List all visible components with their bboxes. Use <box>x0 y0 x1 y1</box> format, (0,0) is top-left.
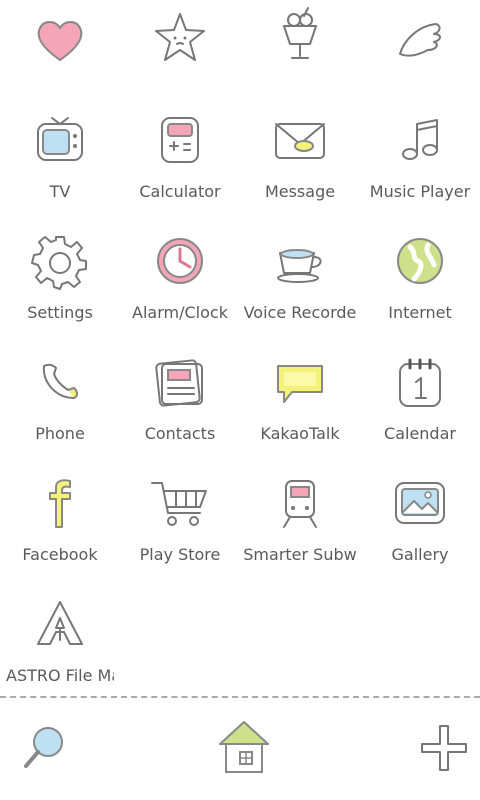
gear-icon <box>30 231 90 291</box>
wing-icon <box>390 10 450 70</box>
app-label: Gallery <box>391 545 449 564</box>
app-label: Play Store <box>139 545 221 564</box>
app-internet[interactable]: Internet <box>360 221 480 342</box>
app-label: Contacts <box>144 424 216 443</box>
app-label: Message <box>264 182 336 201</box>
app-label: Calendar <box>384 424 456 443</box>
home-button[interactable] <box>214 716 274 776</box>
globe-icon <box>390 231 450 291</box>
plus-icon <box>421 725 467 771</box>
picture-icon <box>390 473 450 533</box>
app-settings[interactable]: Settings <box>0 221 120 342</box>
app-label: Internet <box>388 303 452 322</box>
app-smarter-subway[interactable]: Smarter Subw <box>240 463 360 584</box>
app-phone[interactable]: Phone <box>0 342 120 463</box>
dock-divider <box>0 696 480 698</box>
app-label: Calculator <box>139 182 221 201</box>
app-message[interactable]: Message <box>240 100 360 221</box>
app-tv[interactable]: TV <box>0 100 120 221</box>
calendar-icon <box>390 352 450 412</box>
app-label: KakaoTalk <box>260 424 340 443</box>
astro-icon <box>30 594 90 654</box>
app-kakaotalk[interactable]: KakaoTalk <box>240 342 360 463</box>
app-label: Settings <box>27 303 93 322</box>
app-label: Phone <box>35 424 85 443</box>
app-label: Facebook <box>22 545 98 564</box>
envelope-icon <box>270 110 330 170</box>
app-facebook[interactable]: Facebook <box>0 463 120 584</box>
app-label: Alarm/Clock <box>132 303 228 322</box>
app-music-player[interactable]: Music Player <box>360 100 480 221</box>
calculator-icon <box>150 110 210 170</box>
app-gallery[interactable]: Gallery <box>360 463 480 584</box>
star-icon <box>150 8 210 68</box>
tv-icon <box>30 110 90 170</box>
app-label: Voice Recorde <box>243 303 357 322</box>
heart-icon <box>30 8 90 68</box>
phone-icon <box>30 352 90 412</box>
app-label: Music Player <box>369 182 471 201</box>
parfait-icon <box>270 4 330 64</box>
search-icon <box>24 727 63 768</box>
music-note-icon <box>390 110 450 170</box>
app-label: TV <box>49 182 71 201</box>
app-calendar[interactable]: Calendar <box>360 342 480 463</box>
app-label: ASTRO File Ma <box>6 666 114 685</box>
app-voice-recorder[interactable]: Voice Recorde <box>240 221 360 342</box>
shopping-cart-icon <box>150 473 210 533</box>
dock <box>0 700 480 800</box>
app-grid: TV Calculator Message Music Player Setti… <box>0 0 480 690</box>
app-astro-file-manager[interactable]: ASTRO File Ma <box>0 584 120 705</box>
subway-icon <box>270 473 330 533</box>
app-label: Smarter Subw <box>243 545 357 564</box>
clock-icon <box>150 231 210 291</box>
app-alarm-clock[interactable]: Alarm/Clock <box>120 221 240 342</box>
home-icon <box>219 721 269 773</box>
speech-bubble-icon <box>270 352 330 412</box>
app-calculator[interactable]: Calculator <box>120 100 240 221</box>
search-button[interactable] <box>16 718 76 778</box>
app-play-store[interactable]: Play Store <box>120 463 240 584</box>
facebook-icon <box>30 473 90 533</box>
app-contacts[interactable]: Contacts <box>120 342 240 463</box>
add-button[interactable] <box>414 718 474 778</box>
address-book-icon <box>150 352 210 412</box>
teacup-icon <box>270 231 330 291</box>
